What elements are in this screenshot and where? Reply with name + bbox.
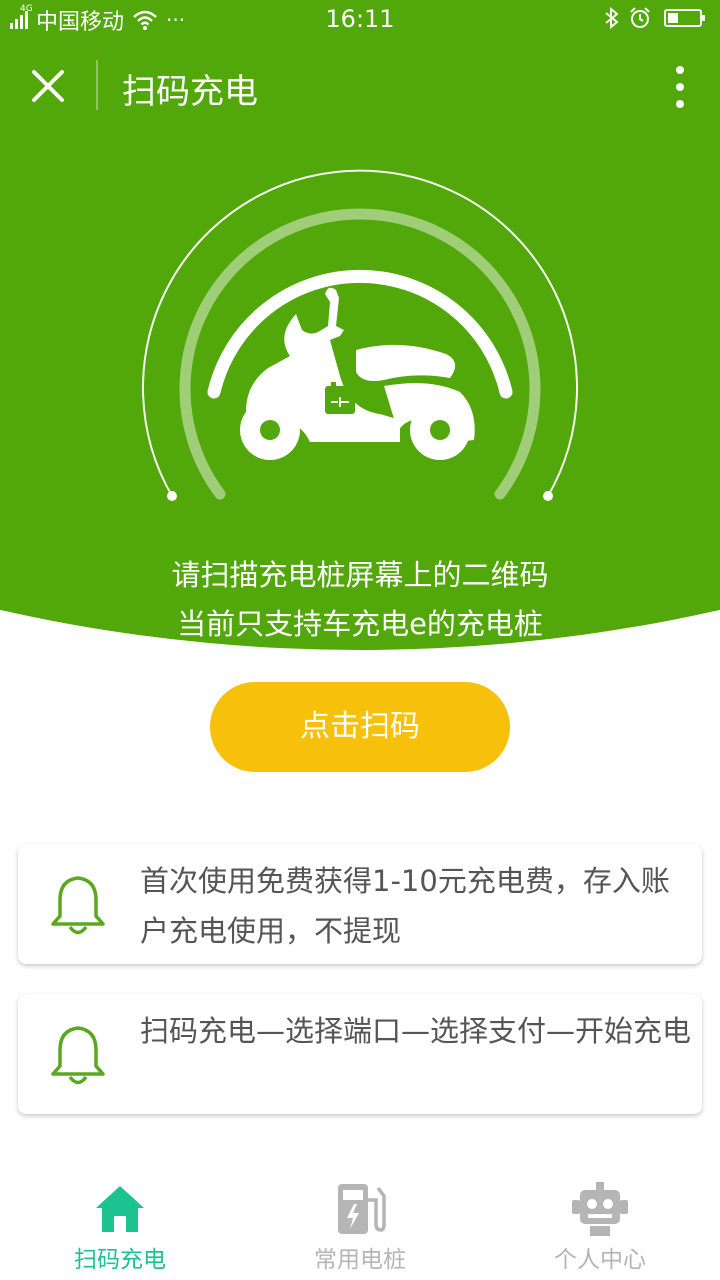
robot-icon [572, 1182, 628, 1236]
outer-arc-left-dot [167, 491, 177, 501]
tip-card: 扫码充电—选择端口—选择支付—开始充电 [18, 994, 702, 1114]
scan-button[interactable]: 点击扫码 [210, 682, 510, 772]
outer-arc-right-dot [543, 491, 553, 501]
tip-text: 首次使用免费获得1-10元充电费，存入账户充电使用，不提现 [140, 864, 670, 948]
bell-icon [51, 1026, 105, 1085]
bottom-tab-bar: 扫码充电 常用电桩 个人中心 [0, 1160, 720, 1280]
tab-label: 扫码充电 [74, 1247, 166, 1273]
tab-scan-charge[interactable]: 扫码充电 [0, 1160, 240, 1280]
hero-section: 4G 中国移动 ··· 16:11 扫码充电 请扫描充电桩屏幕上的二维码 当前只… [0, 0, 720, 650]
tip-card: 首次使用免费获得1-10元充电费，存入账户充电使用，不提现 [18, 844, 702, 964]
home-icon [96, 1186, 144, 1232]
tab-personal-center[interactable]: 个人中心 [480, 1160, 720, 1280]
hero-hint-line1: 请扫描充电桩屏幕上的二维码 [171, 558, 549, 592]
tip-text: 扫码充电—选择端口—选择支付—开始充电 [140, 1014, 692, 1048]
hero-hint-line2: 当前只支持车充电e的充电桩 [177, 607, 543, 641]
charging-station-icon [338, 1184, 386, 1234]
tab-label: 个人中心 [554, 1247, 646, 1273]
tab-label: 常用电桩 [314, 1247, 406, 1273]
tab-favorite-stations[interactable]: 常用电桩 [240, 1160, 480, 1280]
bell-icon [51, 874, 105, 935]
